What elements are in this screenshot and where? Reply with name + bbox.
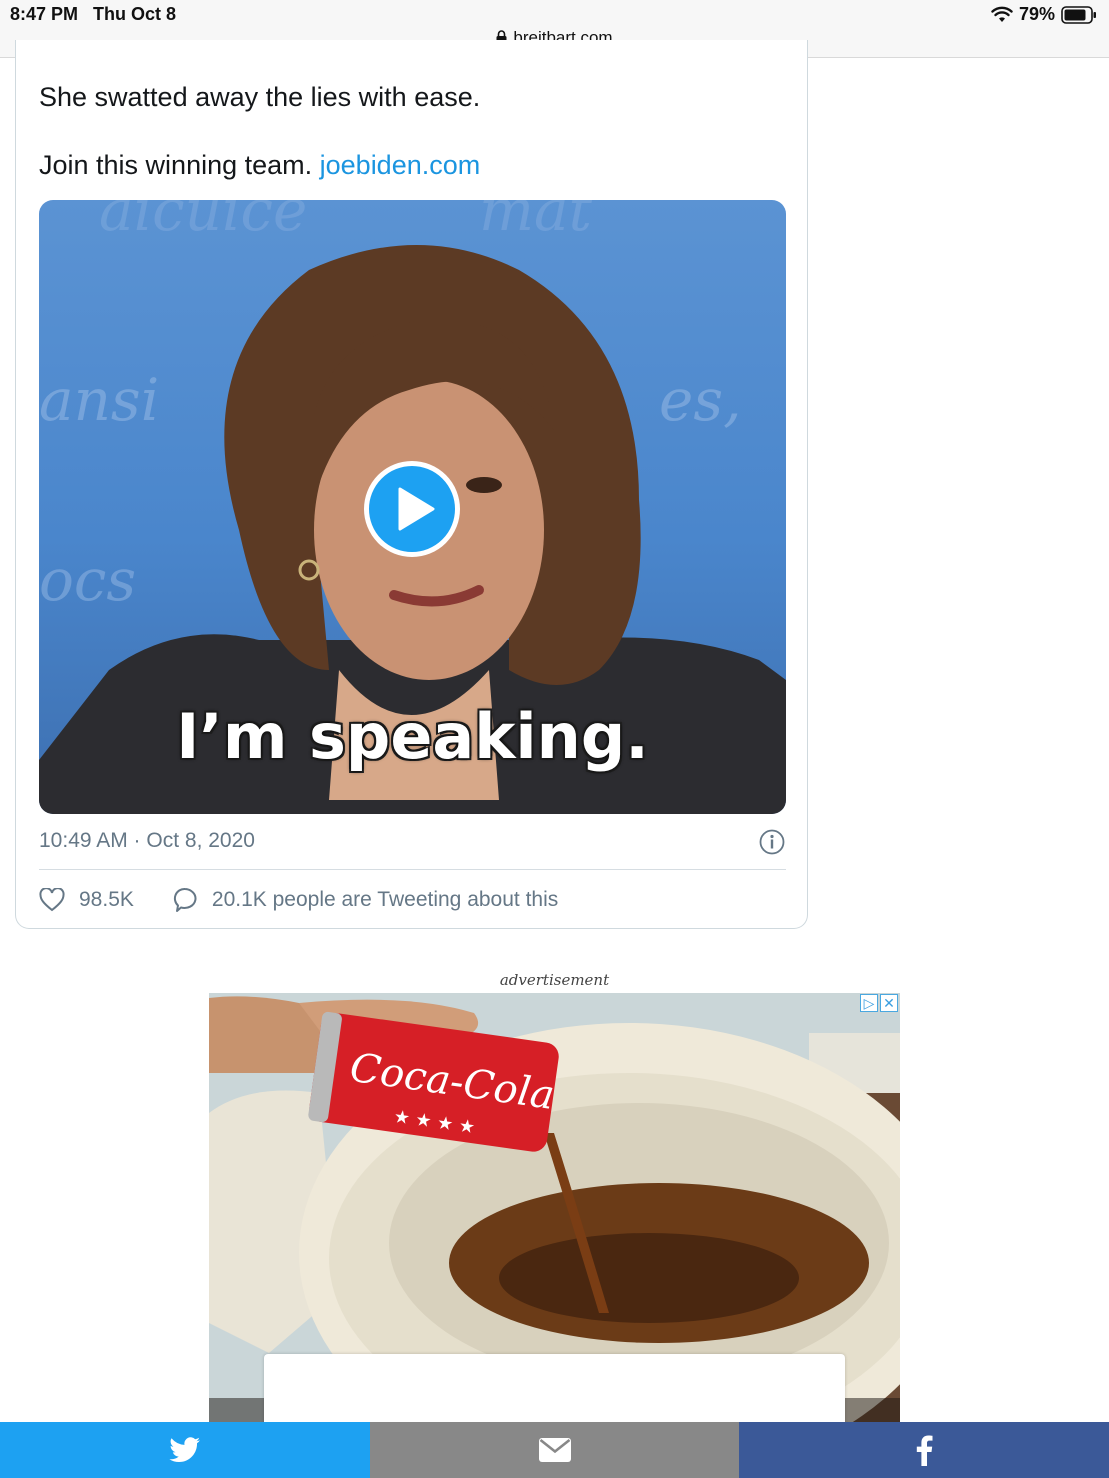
battery-icon — [1061, 5, 1096, 24]
divider — [39, 869, 786, 870]
status-time: 8:47 PM — [10, 4, 79, 24]
heart-icon — [39, 888, 65, 912]
ad-choices[interactable]: ▷ ✕ — [860, 994, 898, 1012]
like-count: 98.5K — [79, 888, 134, 911]
facebook-icon — [916, 1435, 933, 1466]
reply-text: 20.1K people are Tweeting about this — [211, 888, 559, 911]
tweet-video[interactable]: aicuice mat ansi es, ocs I’m speaking. — [39, 200, 786, 814]
svg-text:aicuice: aicuice — [99, 200, 307, 244]
ad-label: advertisement — [499, 971, 610, 989]
ad-text-panel[interactable] — [264, 1354, 845, 1423]
share-facebook-button[interactable] — [739, 1422, 1109, 1478]
share-email-button[interactable] — [369, 1422, 740, 1478]
svg-text:ansi: ansi — [39, 366, 159, 434]
svg-text:ocs: ocs — [39, 546, 136, 614]
ad-banner[interactable]: Coca-Cola ★ ★ ★ ★ ▷ ✕ — [209, 993, 900, 1423]
embedded-tweet: She swatted away the lies with ease. Joi… — [15, 40, 808, 929]
adchoices-icon[interactable]: ▷ — [860, 994, 878, 1012]
battery-percent: 79% — [1018, 4, 1055, 24]
status-date: Thu Oct 8 — [93, 4, 177, 24]
play-button[interactable] — [364, 461, 460, 557]
info-icon[interactable] — [759, 829, 785, 855]
tweet-link[interactable]: joebiden.com — [320, 150, 481, 180]
video-caption: I’m speaking. — [176, 700, 649, 773]
tweet-text-line-2: Join this winning team. joebiden.com — [39, 150, 480, 181]
play-icon — [398, 487, 435, 531]
svg-text:mat: mat — [479, 200, 593, 244]
wifi-icon — [991, 6, 1013, 22]
status-indicators: 79% — [991, 4, 1097, 25]
like-action[interactable]: 98.5K — [39, 888, 134, 912]
svg-text:es,: es, — [659, 366, 742, 434]
close-ad-icon[interactable]: ✕ — [880, 994, 898, 1012]
comment-bubble-icon — [173, 888, 197, 912]
twitter-icon — [169, 1437, 200, 1462]
share-twitter-button[interactable] — [0, 1422, 370, 1478]
tweet-text-line-1: She swatted away the lies with ease. — [39, 82, 481, 112]
reply-action[interactable]: 20.1K people are Tweeting about this — [172, 887, 558, 913]
email-icon — [538, 1438, 571, 1462]
share-bar — [0, 1422, 1109, 1478]
tweet-text: Join this winning team. — [39, 150, 320, 180]
tweet-timestamp[interactable]: 10:49 AM · Oct 8, 2020 — [39, 829, 255, 853]
tweet-actions: 98.5K 20.1K people are Tweeting about th… — [39, 887, 596, 913]
